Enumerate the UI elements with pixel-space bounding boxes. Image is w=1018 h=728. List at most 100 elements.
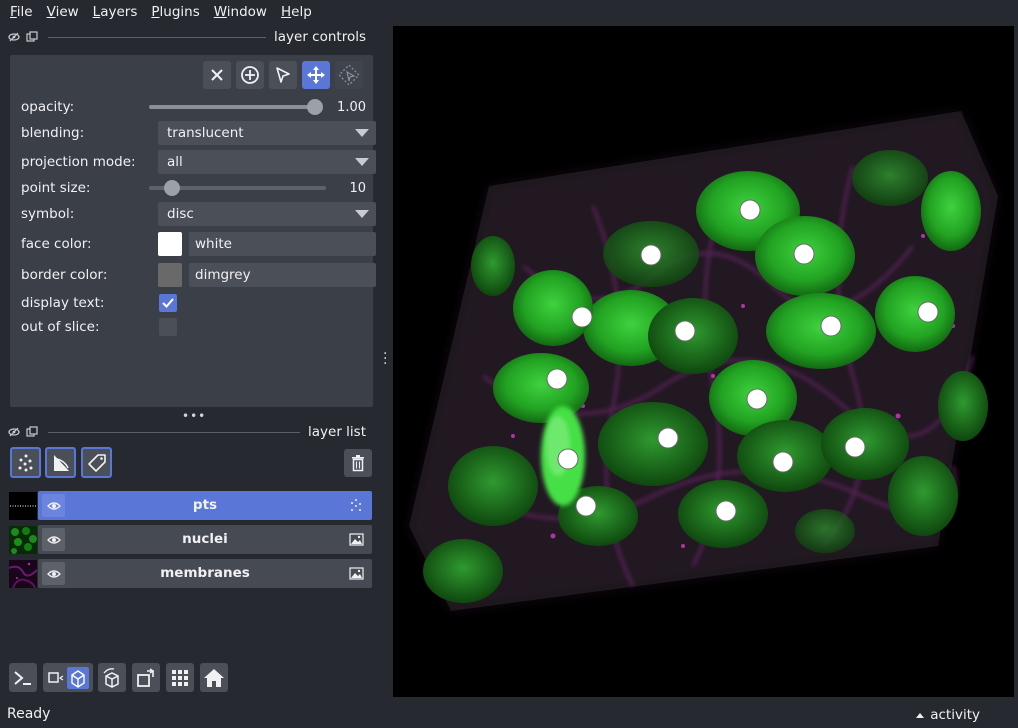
face-color-input[interactable]: white — [189, 232, 376, 256]
ndisplay-3d-icon — [48, 666, 89, 689]
select-points-button[interactable] — [269, 61, 297, 89]
menu-layers[interactable]: Layers — [83, 4, 138, 20]
menu-help[interactable]: Help — [271, 4, 312, 20]
symbol-select[interactable]: disc — [158, 202, 376, 226]
transpose-button[interactable] — [132, 663, 160, 692]
symbol-value: disc — [167, 206, 194, 222]
layer-thumbnail — [9, 559, 37, 588]
delete-points-button[interactable] — [203, 61, 231, 89]
shapes-icon — [53, 454, 69, 471]
image-icon — [349, 533, 364, 546]
points-tool-row — [203, 61, 363, 89]
layer-list-title: layer list — [308, 424, 366, 440]
layer-list-header: layer list — [8, 422, 372, 442]
layer-controls-panel: opacity: 1.00 blending: translucent proj… — [10, 55, 376, 407]
layer-row-membranes[interactable]: membranes — [9, 559, 372, 588]
opacity-value: 1.00 — [337, 99, 366, 115]
main-splitter-handle[interactable]: · · · — [383, 347, 387, 371]
status-text: Ready — [7, 706, 51, 722]
roll-dims-button[interactable] — [98, 663, 126, 692]
face-color-swatch[interactable] — [158, 232, 182, 256]
delete-layer-button[interactable] — [344, 449, 372, 477]
layer-thumbnail — [9, 525, 37, 554]
home-button[interactable] — [200, 663, 228, 692]
out-of-slice-checkbox[interactable] — [159, 318, 177, 336]
layer-name[interactable]: pts — [68, 491, 342, 520]
float-dock-icon[interactable] — [26, 31, 38, 43]
ndisplay-button[interactable] — [43, 663, 93, 692]
projection-mode-select[interactable]: all — [158, 150, 376, 174]
opacity-label: opacity: — [21, 99, 75, 115]
rendered-volume — [409, 111, 998, 611]
grid-button[interactable] — [166, 663, 194, 692]
eye-icon — [46, 535, 61, 544]
activity-button[interactable]: activity — [916, 707, 980, 723]
new-labels-layer-button[interactable] — [81, 447, 112, 478]
menu-plugins[interactable]: Plugins — [141, 4, 199, 20]
visibility-toggle[interactable] — [42, 494, 65, 517]
caret-up-icon — [916, 712, 925, 718]
activity-label: activity — [930, 707, 980, 723]
layer-name[interactable]: membranes — [68, 559, 342, 588]
layer-row-pts[interactable]: pts — [9, 491, 372, 520]
layer-row-nuclei[interactable]: nuclei — [9, 525, 372, 554]
add-point-icon — [241, 66, 259, 84]
transpose-icon — [137, 667, 155, 687]
layer-thumbnail — [9, 491, 37, 520]
grid-icon — [172, 669, 188, 686]
viewer-canvas[interactable] — [393, 26, 1014, 697]
new-points-layer-button[interactable] — [10, 447, 41, 478]
console-icon — [14, 670, 31, 685]
visibility-toggle[interactable] — [42, 562, 65, 585]
blending-select[interactable]: translucent — [158, 121, 376, 145]
opacity-slider-fill — [149, 105, 319, 109]
visibility-toggle[interactable] — [42, 528, 65, 551]
point-size-label: point size: — [21, 180, 91, 196]
border-color-row: border color: dimgrey — [21, 262, 376, 288]
point-size-slider-handle[interactable] — [164, 180, 180, 196]
menu-file[interactable]: File — [0, 4, 33, 20]
add-points-button[interactable] — [236, 61, 264, 89]
select-arrow-icon — [276, 67, 290, 83]
out-of-slice-label: out of slice: — [21, 319, 100, 335]
roll-dims-icon — [103, 667, 119, 688]
dock-splitter-handle[interactable]: ••• — [182, 409, 206, 423]
face-color-label: face color: — [21, 236, 92, 252]
points-icon — [351, 499, 361, 511]
home-icon — [204, 668, 224, 687]
pan-zoom-button[interactable] — [302, 61, 330, 89]
layer-item[interactable]: membranes — [38, 559, 372, 588]
display-text-label: display text: — [21, 295, 105, 311]
layer-controls-title: layer controls — [274, 29, 366, 45]
menu-view[interactable]: View — [37, 4, 79, 20]
border-color-swatch[interactable] — [158, 263, 182, 287]
eye-slash-icon[interactable] — [8, 31, 20, 43]
out-of-slice-row: out of slice: — [21, 314, 366, 340]
blending-value: translucent — [167, 125, 244, 141]
layer-item[interactable]: nuclei — [38, 525, 372, 554]
chevron-down-icon — [355, 129, 369, 137]
layer-name[interactable]: nuclei — [68, 525, 342, 554]
transform-button[interactable] — [335, 61, 363, 89]
float-dock-icon[interactable] — [26, 426, 38, 438]
header-divider — [48, 36, 266, 38]
symbol-row: symbol: disc — [21, 201, 376, 227]
console-button[interactable] — [9, 663, 37, 692]
border-color-input[interactable]: dimgrey — [189, 263, 376, 287]
pan-zoom-icon — [307, 66, 325, 84]
close-icon — [211, 69, 223, 81]
point-size-value: 10 — [349, 180, 366, 196]
opacity-slider-handle[interactable] — [307, 99, 323, 115]
layer-controls-header: layer controls — [8, 27, 372, 47]
eye-slash-icon[interactable] — [8, 426, 20, 438]
layer-item[interactable]: pts — [38, 491, 372, 520]
display-text-checkbox[interactable] — [159, 294, 177, 312]
image-icon — [349, 567, 364, 580]
points-icon — [18, 454, 32, 471]
labels-tag-icon — [87, 453, 106, 472]
menu-window[interactable]: Window — [204, 4, 267, 20]
symbol-label: symbol: — [21, 206, 75, 222]
border-color-label: border color: — [21, 267, 108, 283]
projection-mode-row: projection mode: all — [21, 149, 376, 175]
new-shapes-layer-button[interactable] — [45, 447, 76, 478]
